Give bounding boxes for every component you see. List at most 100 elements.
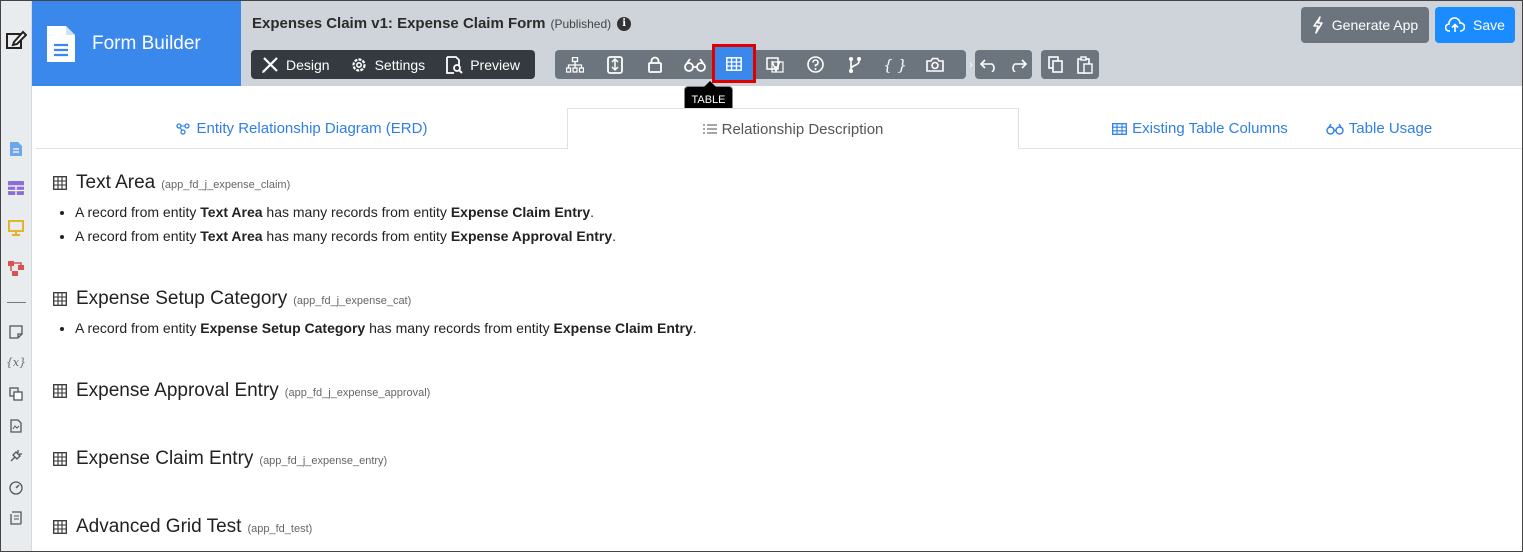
binoculars-icon — [1326, 123, 1344, 135]
entity-table: (app_fd_j_expense_claim) — [161, 179, 291, 191]
mode-settings-label: Settings — [374, 56, 426, 73]
tab-erd[interactable]: Entity Relationship Diagram (ERD) — [36, 108, 567, 149]
table-icon — [53, 292, 67, 306]
export-icon — [607, 55, 623, 74]
plugin-icon[interactable] — [7, 447, 25, 465]
tool-bar: { } › — [555, 44, 976, 83]
tool-hierarchy[interactable] — [555, 50, 595, 79]
relation-item: A record from entity Text Area has many … — [75, 228, 616, 252]
generate-app-label: Generate App — [1331, 17, 1419, 33]
mode-bar: Design Settings Preview — [251, 50, 535, 79]
cloud-upload-icon — [1445, 17, 1466, 32]
brand-block[interactable]: Form Builder — [32, 1, 241, 86]
mode-design[interactable]: Design — [251, 50, 340, 79]
help-icon — [806, 56, 824, 73]
tool-binoculars[interactable] — [675, 50, 715, 79]
mode-settings[interactable]: Settings — [340, 50, 436, 79]
tool-lock[interactable] — [635, 50, 675, 79]
left-rail: {x} — [1, 1, 32, 551]
edit-icon[interactable] — [5, 29, 27, 51]
entity-table: (app_fd_j_expense_entry) — [259, 455, 388, 467]
brand-name: Form Builder — [92, 32, 201, 54]
save-button[interactable]: Save — [1435, 7, 1515, 43]
relation-list: A record from entity Expense Setup Categ… — [75, 320, 697, 344]
design-icon — [262, 56, 278, 73]
entity-table: (app_fd_j_expense_cat) — [293, 295, 412, 307]
camera-icon — [926, 57, 944, 72]
copy-icon[interactable] — [1047, 56, 1064, 73]
tool-camera[interactable] — [915, 50, 955, 79]
tab-table-usage-label: Table Usage — [1348, 120, 1433, 137]
relation-item: A record from entity Expense Setup Categ… — [75, 320, 697, 344]
braces-icon[interactable]: { } — [875, 50, 915, 79]
entity-heading: Advanced Grid Test (app_fd_test) — [53, 516, 312, 538]
tab-existing-columns[interactable]: Existing Table Columns — [1108, 108, 1292, 149]
variable-icon[interactable]: {x} — [6, 353, 26, 371]
tool-branch[interactable] — [835, 50, 875, 79]
diagram-icon — [175, 122, 190, 135]
tab-relationship-description[interactable]: Relationship Description — [567, 108, 1019, 150]
form-title: Expenses Claim v1: Expense Claim Form (P… — [252, 15, 632, 32]
form-icon[interactable] — [7, 140, 25, 158]
entity-name: Expense Setup Category — [76, 288, 288, 309]
mode-preview[interactable]: Preview — [435, 50, 530, 79]
relation-list: A record from entity Text Area has many … — [75, 204, 616, 252]
header-bar: Form Builder Expenses Claim v1: Expense … — [32, 1, 1522, 86]
table-icon — [53, 176, 67, 190]
redo-icon[interactable] — [1009, 58, 1027, 72]
app-frame: {x} Form Builder Expenses Claim v1: Expe… — [0, 0, 1523, 552]
generate-app-button[interactable]: Generate App — [1301, 7, 1429, 43]
lock-icon — [648, 56, 662, 73]
mode-design-label: Design — [286, 56, 330, 73]
entity-table: (app_fd_test) — [247, 523, 313, 535]
image-file-icon[interactable] — [7, 417, 25, 435]
entity-name: Expense Claim Entry — [76, 448, 254, 469]
translate-icon — [766, 56, 784, 73]
tool-table[interactable] — [712, 44, 756, 83]
paste-icon[interactable] — [1076, 55, 1093, 74]
table-icon — [1112, 122, 1128, 135]
tab-table-usage[interactable]: Table Usage — [1324, 108, 1434, 149]
datalist-icon[interactable] — [7, 179, 25, 197]
userview-icon[interactable] — [7, 219, 25, 237]
relation-item: A record from entity Text Area has many … — [75, 204, 616, 228]
process-icon[interactable] — [7, 259, 25, 277]
info-icon[interactable]: i — [617, 16, 632, 31]
table-icon — [53, 452, 67, 466]
entity-heading: Expense Claim Entry (app_fd_j_expense_en… — [53, 448, 387, 470]
mode-preview-label: Preview — [470, 56, 520, 73]
table-icon — [726, 56, 742, 71]
bolt-icon — [1313, 16, 1323, 34]
translate-rail-icon[interactable] — [7, 385, 25, 403]
rail-divider — [7, 302, 26, 303]
tab-existing-columns-label: Existing Table Columns — [1132, 120, 1288, 137]
form-title-text: Expenses Claim v1: Expense Claim Form — [252, 15, 546, 32]
clipboard-group — [1041, 50, 1099, 79]
table-icon — [53, 384, 67, 398]
performance-icon[interactable] — [7, 479, 25, 497]
history-group — [975, 50, 1032, 79]
note-icon[interactable] — [7, 323, 25, 341]
entity-name: Advanced Grid Test — [76, 516, 242, 537]
tab-bar: Entity Relationship Diagram (ERD) Relati… — [36, 108, 1522, 150]
branch-icon — [849, 56, 861, 73]
tool-translate[interactable] — [755, 50, 795, 79]
binoculars-icon — [684, 57, 706, 72]
entity-section: Expense Setup Category (app_fd_j_expense… — [53, 288, 697, 344]
publish-status: (Published) — [550, 16, 612, 31]
gear-icon — [351, 57, 366, 72]
table-icon — [53, 520, 67, 534]
entity-heading: Expense Approval Entry (app_fd_j_expense… — [53, 380, 430, 402]
entity-name: Expense Approval Entry — [76, 380, 279, 401]
tool-export[interactable] — [595, 50, 635, 79]
save-label: Save — [1473, 17, 1505, 33]
entity-section: Text Area (app_fd_j_expense_claim) A rec… — [53, 172, 616, 252]
preview-icon — [446, 55, 463, 74]
entity-name: Text Area — [76, 172, 156, 193]
undo-icon[interactable] — [980, 58, 998, 72]
log-icon[interactable] — [7, 509, 25, 527]
tab-relationship-label: Relationship Description — [721, 120, 884, 138]
tool-help[interactable] — [795, 50, 835, 79]
tab-erd-label: Entity Relationship Diagram (ERD) — [196, 120, 428, 137]
entity-section: Expense Claim Entry (app_fd_j_expense_en… — [53, 448, 387, 470]
